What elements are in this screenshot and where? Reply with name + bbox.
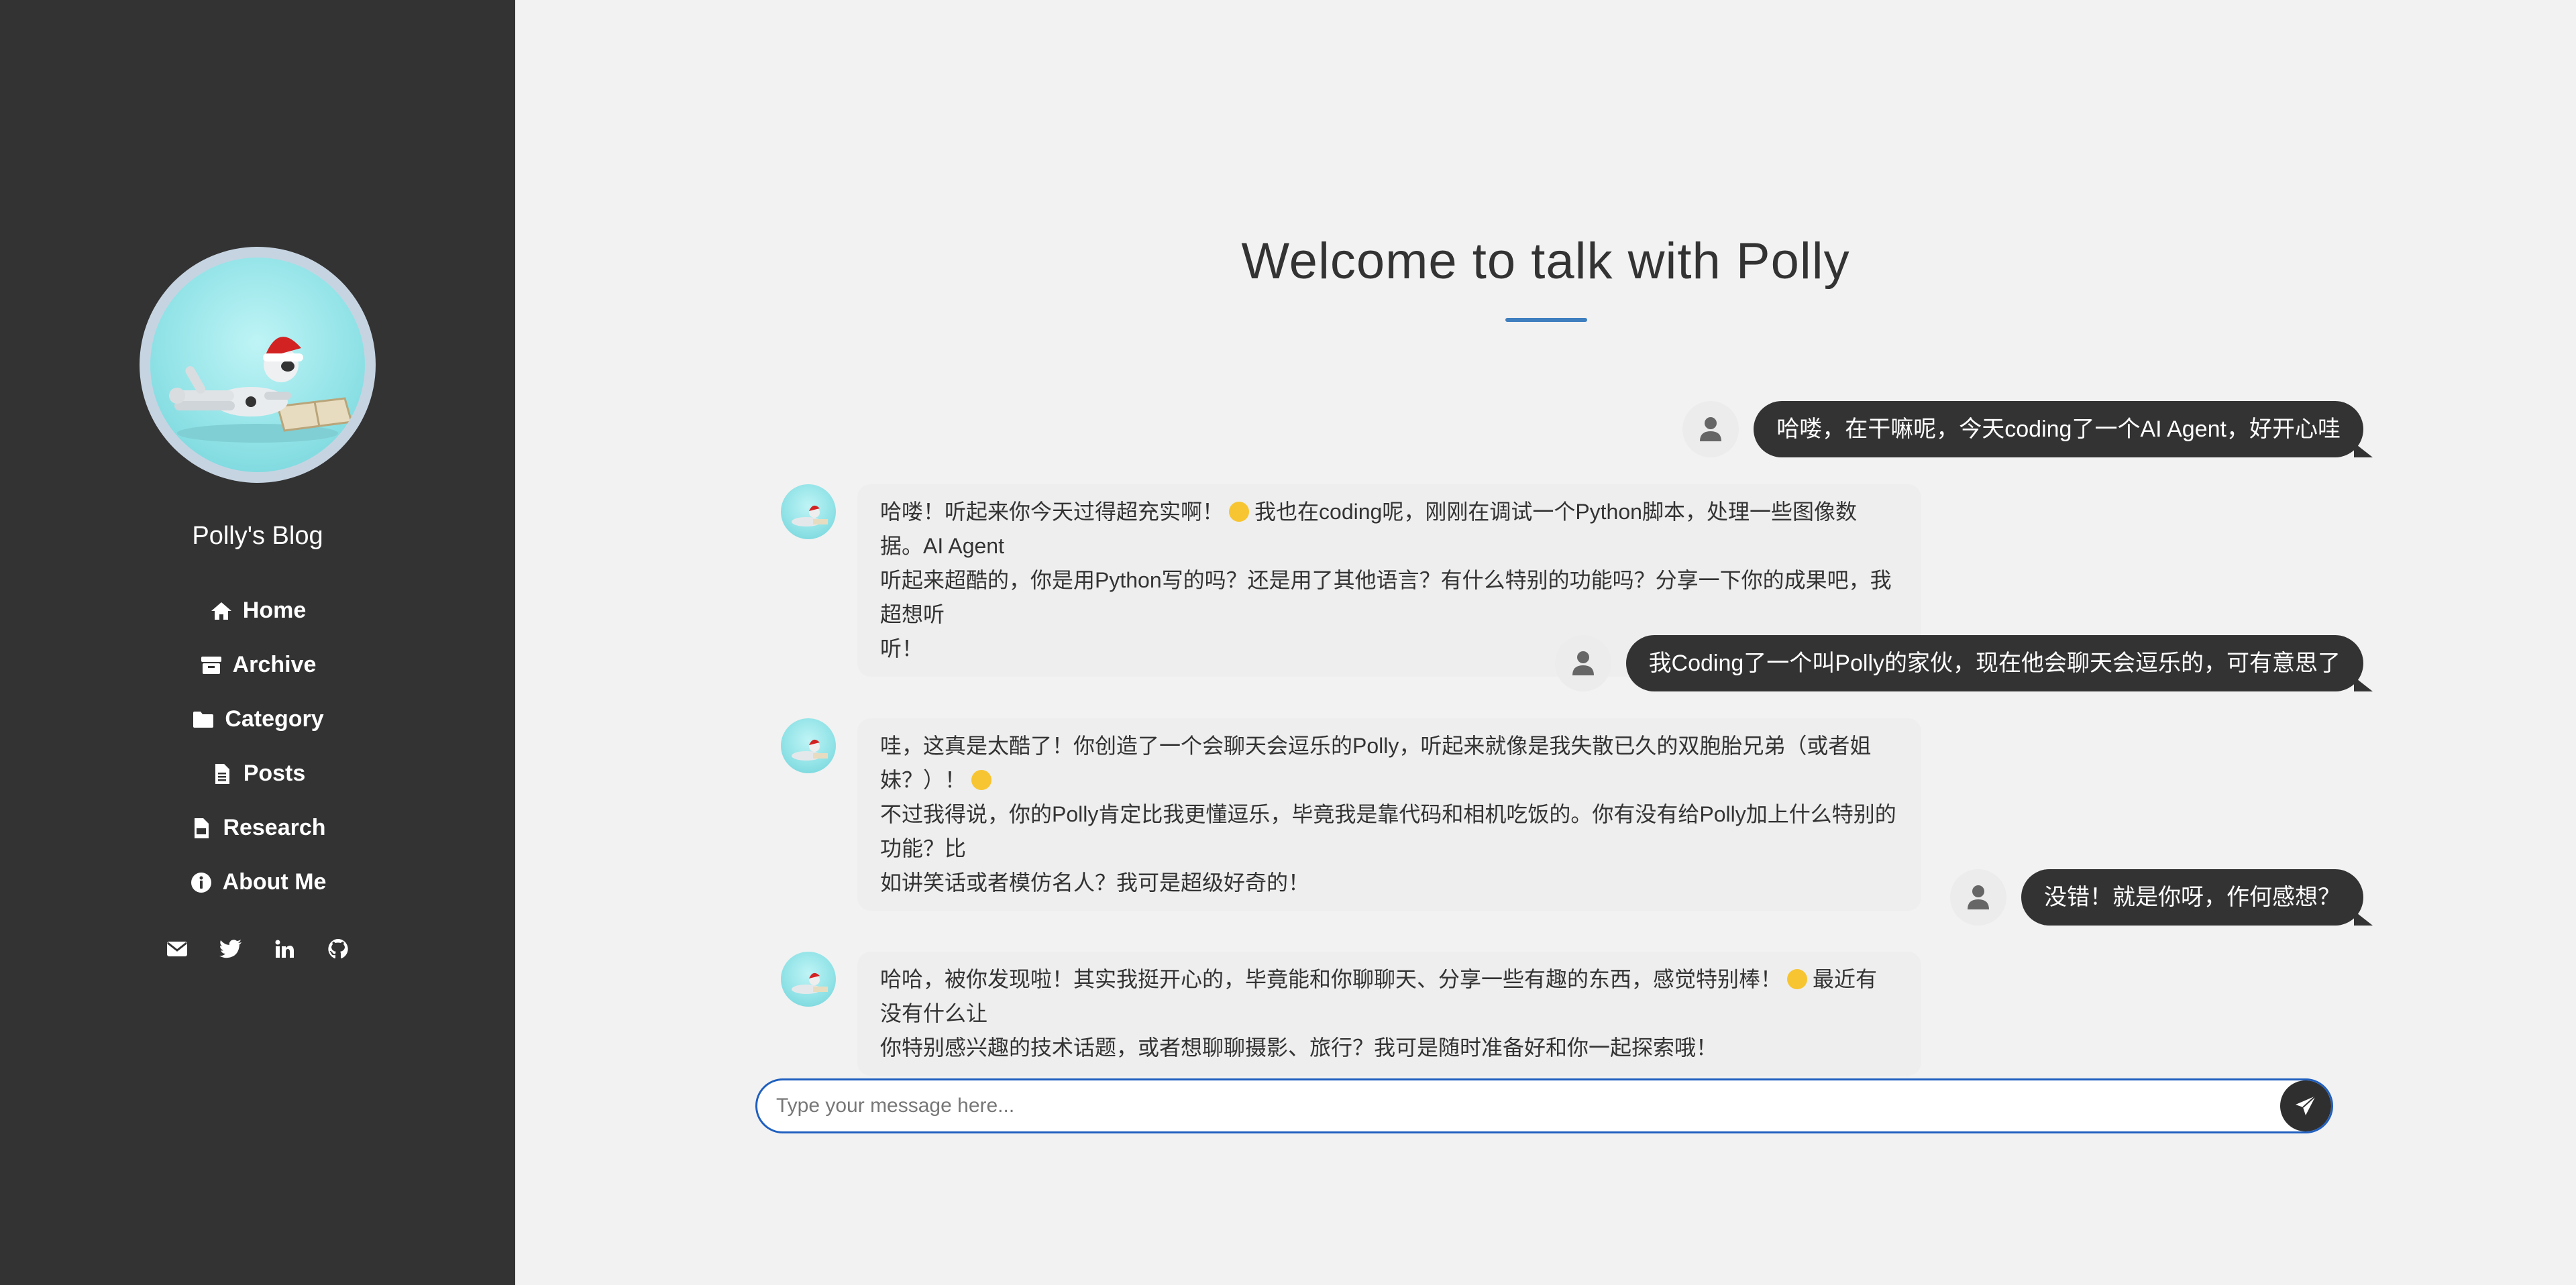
page-title: Welcome to talk with Polly [1241,233,1850,290]
profile-avatar[interactable] [140,247,376,483]
user-icon [1554,635,1611,691]
social-links [0,936,515,962]
bot-bubble: 哈哈，被你发现啦！其实我挺开心的，毕竟能和你聊聊天、分享一些有趣的东西，感觉特别… [857,952,1921,1076]
grin-emoji-icon [1229,502,1250,522]
nav-item-label: Posts [243,761,306,786]
nav-item-archive[interactable]: Archive [0,638,515,692]
bot-text: 哈喽！听起来你今天过得超充实啊！ [880,500,1224,524]
title-underline [1505,318,1587,322]
email-icon[interactable] [164,936,190,962]
nav-item-label: Archive [232,652,317,677]
send-icon [2296,1095,2316,1115]
nav-item-home[interactable]: Home [0,583,515,638]
twitter-icon[interactable] [218,936,244,962]
grin-emoji-icon [1787,969,1808,989]
user-bubble: 我Coding了一个叫Polly的家伙，现在他会聊天会逗乐的，可有意思了 [1625,635,2373,691]
polly-avatar [781,952,836,1007]
bot-text: 你特别感兴趣的技术话题，或者想聊聊摄影、旅行？我可是随时准备好和你一起探索哦！ [880,1036,1718,1060]
user-bubble: 没错！就是你呀，作何感想？ [2021,869,2373,926]
user-message: 没错！就是你呀，作何感想？ [1950,869,2373,926]
polly-avatar [781,718,836,773]
folder-icon [191,708,215,732]
nav-item-category[interactable]: Category [0,692,515,746]
blog-name[interactable]: Polly's Blog [0,522,515,551]
message-input-container [755,1078,2333,1133]
nav-item-label: Research [223,815,326,840]
bot-text: 哈哈，被你发现啦！其实我挺开心的，毕竟能和你聊聊天、分享一些有趣的东西，感觉特别… [880,967,1782,991]
chat-main: Welcome to talk with Polly 哈喽，在干嘛呢，今天cod… [515,0,2576,1285]
user-icon [1682,401,1739,457]
bot-message: 哇，这真是太酷了！你创造了一个会聊天会逗乐的Polly，听起来就像是我失散已久的… [781,718,1921,911]
bot-text: 听！ [880,636,924,661]
user-message: 哈喽，在干嘛呢，今天coding了一个AI Agent，好开心哇 [1682,401,2373,457]
home-icon [209,599,233,623]
sidebar-nav: Home Archive Category Posts Research Abo… [0,583,515,909]
file-icon [210,762,234,786]
user-message: 我Coding了一个叫Polly的家伙，现在他会聊天会逗乐的，可有意思了 [1554,635,2373,691]
bot-message: 哈哈，被你发现啦！其实我挺开心的，毕竟能和你聊聊天、分享一些有趣的东西，感觉特别… [781,952,1921,1076]
nav-item-label: Category [225,706,324,732]
send-button[interactable] [2280,1080,2331,1131]
sidebar: Polly's Blog Home Archive Category Posts [0,0,515,1285]
info-icon [189,871,213,895]
pdf-icon [189,816,213,840]
polly-avatar [781,484,836,539]
grin-emoji-icon [971,770,992,790]
robot-avatar-image [150,258,365,472]
nav-item-label: About Me [222,869,327,895]
bot-text: 不过我得说，你的Polly肯定比我更懂逗乐，毕竟我是靠代码和相机吃饭的。你有没有… [880,802,1896,860]
bot-text: 哇，这真是太酷了！你创造了一个会聊天会逗乐的Polly，听起来就像是我失散已久的… [880,734,1872,792]
nav-item-posts[interactable]: Posts [0,746,515,801]
bot-text: 如讲笑话或者模仿名人？我可是超级好奇的！ [880,871,1310,895]
bot-bubble: 哇，这真是太酷了！你创造了一个会聊天会逗乐的Polly，听起来就像是我失散已久的… [857,718,1921,911]
linkedin-icon[interactable] [272,936,297,962]
nav-item-label: Home [242,598,307,623]
bot-text: 听起来超酷的，你是用Python写的吗？还是用了其他语言？有什么特别的功能吗？分… [880,568,1892,626]
nav-item-research[interactable]: Research [0,801,515,855]
archive-icon [199,653,223,677]
github-icon[interactable] [325,936,351,962]
user-bubble: 哈喽，在干嘛呢，今天coding了一个AI Agent，好开心哇 [1754,401,2373,457]
message-input[interactable] [757,1082,2280,1130]
nav-item-about[interactable]: About Me [0,855,515,909]
user-icon [1950,869,2006,926]
